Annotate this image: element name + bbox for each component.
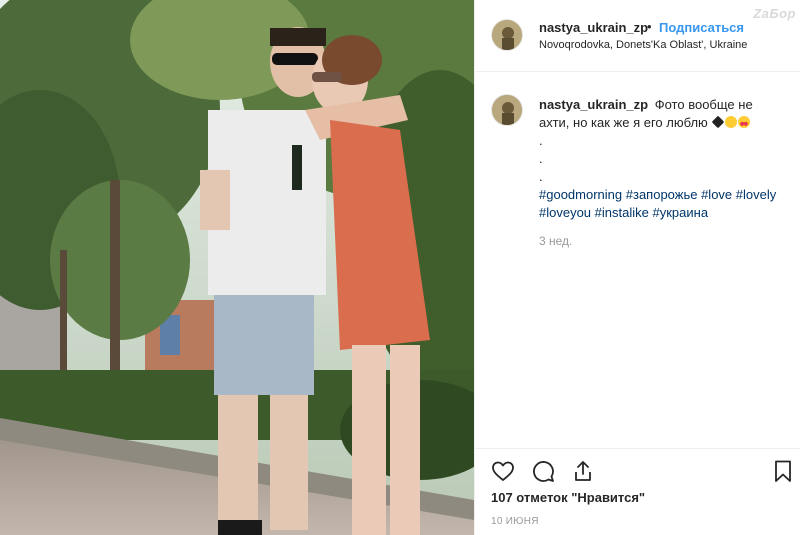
bookmark-icon	[775, 460, 791, 482]
caption-dot: .	[539, 169, 543, 184]
share-button[interactable]	[571, 459, 597, 485]
heart-eyes-icon	[738, 116, 751, 128]
hashtag-list: #goodmorning #запорожье #love #lovely #l…	[539, 186, 785, 222]
separator-dot: •	[647, 19, 652, 34]
location-link[interactable]: Novoqrodovka, Donets'Ka Oblast', Ukraine	[539, 39, 747, 51]
caption-dot: .	[539, 133, 543, 148]
caption-username[interactable]: nastya_ukrain_zp	[539, 97, 648, 112]
comment-time[interactable]: 3 нед.	[539, 234, 572, 248]
hashtag-link[interactable]: #украина	[653, 205, 709, 220]
hashtag-link[interactable]: #запорожье	[626, 187, 698, 202]
hashtag-link[interactable]: #love	[701, 187, 732, 202]
comment-icon	[533, 461, 554, 482]
heart-icon	[492, 461, 514, 481]
post-photo[interactable]	[0, 0, 474, 535]
hashtag-link[interactable]: #instalike	[595, 205, 649, 220]
like-button[interactable]	[491, 459, 517, 485]
caption-avatar[interactable]	[491, 94, 523, 126]
caption-text-block: nastya_ukrain_zp Фото вообще не ахти, но…	[539, 96, 785, 222]
save-button[interactable]	[771, 459, 797, 485]
action-bar	[475, 448, 800, 492]
share-icon	[575, 461, 591, 481]
avatar[interactable]	[491, 19, 523, 51]
avatar-image	[492, 20, 522, 50]
comment-button[interactable]	[531, 459, 557, 485]
avatar-image	[492, 95, 522, 125]
post-sidebar: ZaБор nastya_ukrain_zp • Подписаться Nov…	[474, 0, 800, 535]
follow-button[interactable]: Подписаться	[659, 20, 744, 35]
post-header: nastya_ukrain_zp • Подписаться Novoqrodo…	[475, 0, 800, 72]
black-heart-icon	[712, 115, 725, 129]
post-date[interactable]: 10 ИЮНЯ	[491, 516, 539, 527]
hashtag-link[interactable]: #goodmorning	[539, 187, 622, 202]
kissing-face-icon	[725, 116, 738, 128]
hashtag-link[interactable]: #loveyou	[539, 205, 591, 220]
caption-dot: .	[539, 151, 543, 166]
likes-count[interactable]: 107 отметок "Нравится"	[491, 490, 645, 505]
hashtag-link[interactable]: #lovely	[736, 187, 776, 202]
post-username[interactable]: nastya_ukrain_zp	[539, 20, 648, 35]
photo-image	[0, 0, 474, 535]
